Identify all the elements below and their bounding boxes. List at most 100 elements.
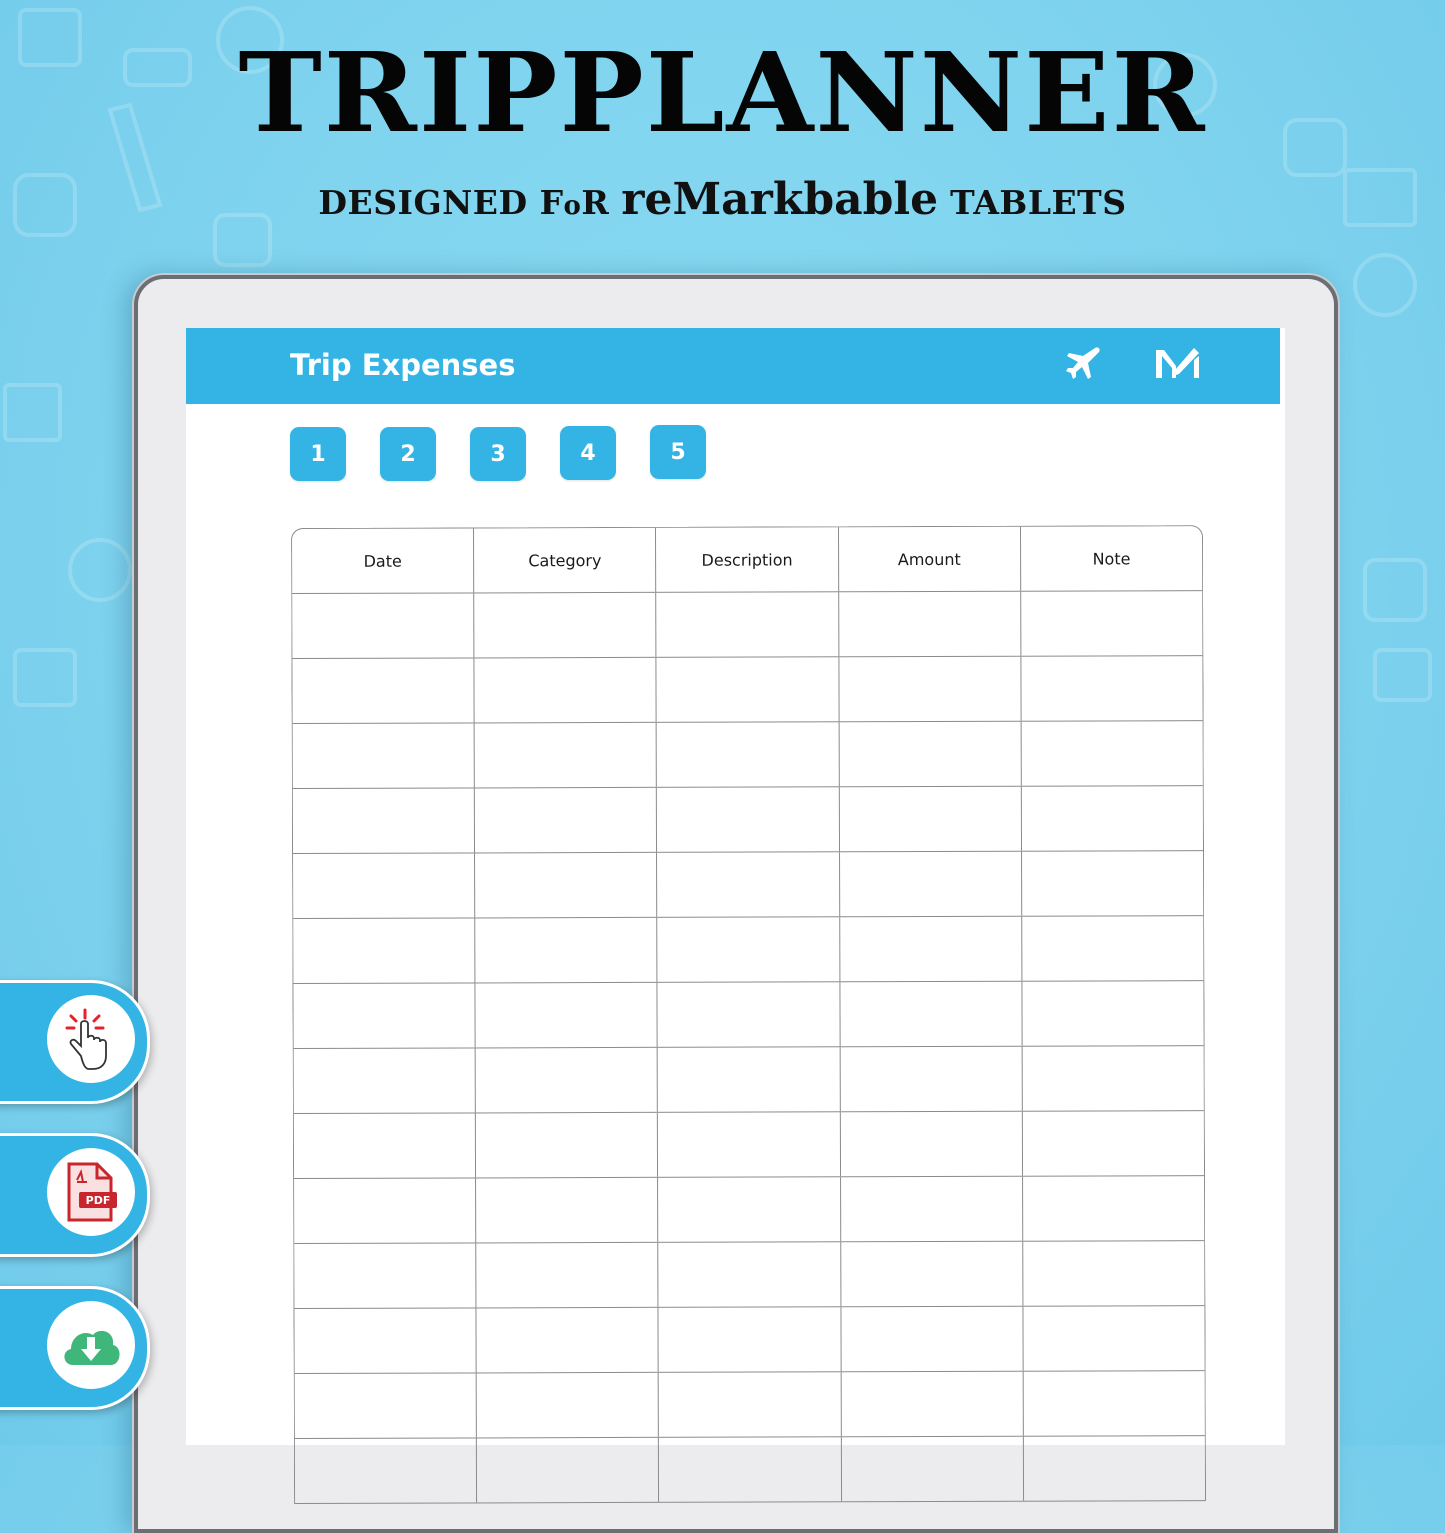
table-cell-note[interactable] xyxy=(1023,1176,1204,1241)
table-cell-amount[interactable] xyxy=(841,1371,1024,1437)
table-row xyxy=(292,721,1203,789)
table-cell-amount[interactable] xyxy=(839,656,1022,722)
table-cell-category[interactable] xyxy=(476,1307,660,1373)
table-row xyxy=(294,1306,1205,1374)
table-cell-note[interactable] xyxy=(1022,916,1203,981)
table-cell-description[interactable] xyxy=(658,1177,841,1242)
table-cell-amount[interactable] xyxy=(839,916,1023,982)
table-cell-date[interactable] xyxy=(293,1048,477,1113)
table-cell-amount[interactable] xyxy=(839,851,1023,917)
airplane-icon[interactable] xyxy=(1064,344,1104,384)
table-row xyxy=(293,981,1204,1049)
table-cell-description[interactable] xyxy=(658,1307,842,1372)
table-cell-date[interactable] xyxy=(294,1373,478,1438)
table-cell-note[interactable] xyxy=(1023,1306,1204,1371)
table-cell-note[interactable] xyxy=(1023,1241,1204,1306)
table-row xyxy=(293,1046,1204,1114)
table-cell-note[interactable] xyxy=(1021,721,1202,786)
table-cell-category[interactable] xyxy=(477,1437,660,1503)
table-row xyxy=(294,1436,1206,1504)
table-cell-note[interactable] xyxy=(1021,656,1202,721)
table-row xyxy=(292,656,1203,724)
table-cell-date[interactable] xyxy=(292,593,475,658)
page-button-5[interactable]: 5 xyxy=(650,425,706,479)
table-cell-date[interactable] xyxy=(293,853,476,918)
table-row xyxy=(293,851,1204,919)
table-cell-amount[interactable] xyxy=(840,981,1023,1047)
table-cell-note[interactable] xyxy=(1022,981,1203,1046)
page-button-3[interactable]: 3 xyxy=(470,427,526,481)
table-body xyxy=(292,591,1206,1504)
table-row xyxy=(294,1241,1205,1309)
side-circle: PDF xyxy=(47,1148,135,1236)
table-cell-date[interactable] xyxy=(293,918,476,983)
table-cell-category[interactable] xyxy=(476,1177,659,1243)
table-cell-category[interactable] xyxy=(475,917,658,983)
table-cell-amount[interactable] xyxy=(841,1306,1024,1372)
table-cell-description[interactable] xyxy=(658,1047,841,1112)
table-cell-date[interactable] xyxy=(294,1178,477,1243)
table-cell-note[interactable] xyxy=(1021,591,1202,656)
table-cell-date[interactable] xyxy=(292,723,476,788)
table-cell-date[interactable] xyxy=(293,983,476,1048)
page-button-1[interactable]: 1 xyxy=(290,427,346,481)
table-cell-description[interactable] xyxy=(657,787,840,852)
table-cell-date[interactable] xyxy=(292,788,476,853)
table-cell-description[interactable] xyxy=(657,917,841,982)
table-cell-date[interactable] xyxy=(294,1308,477,1373)
table-cell-category[interactable] xyxy=(474,657,658,723)
table-cell-description[interactable] xyxy=(658,1112,841,1177)
table-cell-note[interactable] xyxy=(1023,1111,1204,1176)
tap-hand-icon xyxy=(65,1008,107,1070)
subtitle-text: TABLETS xyxy=(938,183,1127,222)
table-cell-description[interactable] xyxy=(657,852,840,917)
table-cell-description[interactable] xyxy=(659,1437,842,1502)
table-cell-date[interactable] xyxy=(294,1438,478,1503)
table-cell-date[interactable] xyxy=(294,1243,477,1308)
banner-subtitle: DESIGNED FoR reMarkbable TABLETS xyxy=(0,178,1445,222)
table-cell-category[interactable] xyxy=(476,1242,659,1308)
table-cell-category[interactable] xyxy=(475,787,658,853)
table-cell-amount[interactable] xyxy=(841,1436,1024,1502)
side-circle xyxy=(47,1301,135,1389)
table-cell-category[interactable] xyxy=(475,852,658,918)
table-cell-amount[interactable] xyxy=(839,786,1022,852)
table-cell-category[interactable] xyxy=(475,982,659,1048)
table-cell-category[interactable] xyxy=(475,1047,659,1113)
table-cell-note[interactable] xyxy=(1023,1371,1204,1436)
table-cell-description[interactable] xyxy=(656,592,840,657)
table-cell-amount[interactable] xyxy=(840,1176,1024,1242)
table-cell-category[interactable] xyxy=(476,1112,659,1178)
page-button-2[interactable]: 2 xyxy=(380,427,436,481)
table-cell-description[interactable] xyxy=(656,657,840,722)
pdf-file-icon: PDF xyxy=(67,1162,117,1222)
table-cell-amount[interactable] xyxy=(838,591,1022,657)
table-cell-amount[interactable] xyxy=(839,721,1022,787)
table-cell-category[interactable] xyxy=(474,722,658,788)
table-cell-note[interactable] xyxy=(1022,786,1203,851)
table-cell-category[interactable] xyxy=(476,1372,660,1438)
table-cell-amount[interactable] xyxy=(840,1241,1024,1307)
column-header-description: Description xyxy=(656,527,839,592)
house-icon xyxy=(3,383,62,442)
table-cell-category[interactable] xyxy=(474,592,657,658)
table-cell-note[interactable] xyxy=(1022,1046,1203,1111)
side-tab-download[interactable] xyxy=(0,1286,150,1410)
table-cell-date[interactable] xyxy=(292,658,475,723)
table-cell-description[interactable] xyxy=(657,982,841,1047)
table-cell-description[interactable] xyxy=(658,1242,842,1307)
table-row xyxy=(294,1371,1205,1439)
table-cell-description[interactable] xyxy=(659,1372,842,1437)
table-cell-note[interactable] xyxy=(1024,1436,1205,1501)
table-cell-amount[interactable] xyxy=(840,1046,1023,1112)
page-button-4[interactable]: 4 xyxy=(560,426,616,480)
table-cell-note[interactable] xyxy=(1022,851,1203,916)
table-cell-date[interactable] xyxy=(293,1113,477,1178)
table-cell-description[interactable] xyxy=(657,722,840,787)
column-header-note: Note xyxy=(1092,548,1131,568)
side-tab-pdf[interactable]: PDF xyxy=(0,1133,150,1257)
table-cell-amount[interactable] xyxy=(840,1111,1023,1177)
brand-logo-icon[interactable] xyxy=(1154,344,1202,384)
side-tab-interactive[interactable] xyxy=(0,980,150,1104)
play-icon xyxy=(213,213,272,267)
